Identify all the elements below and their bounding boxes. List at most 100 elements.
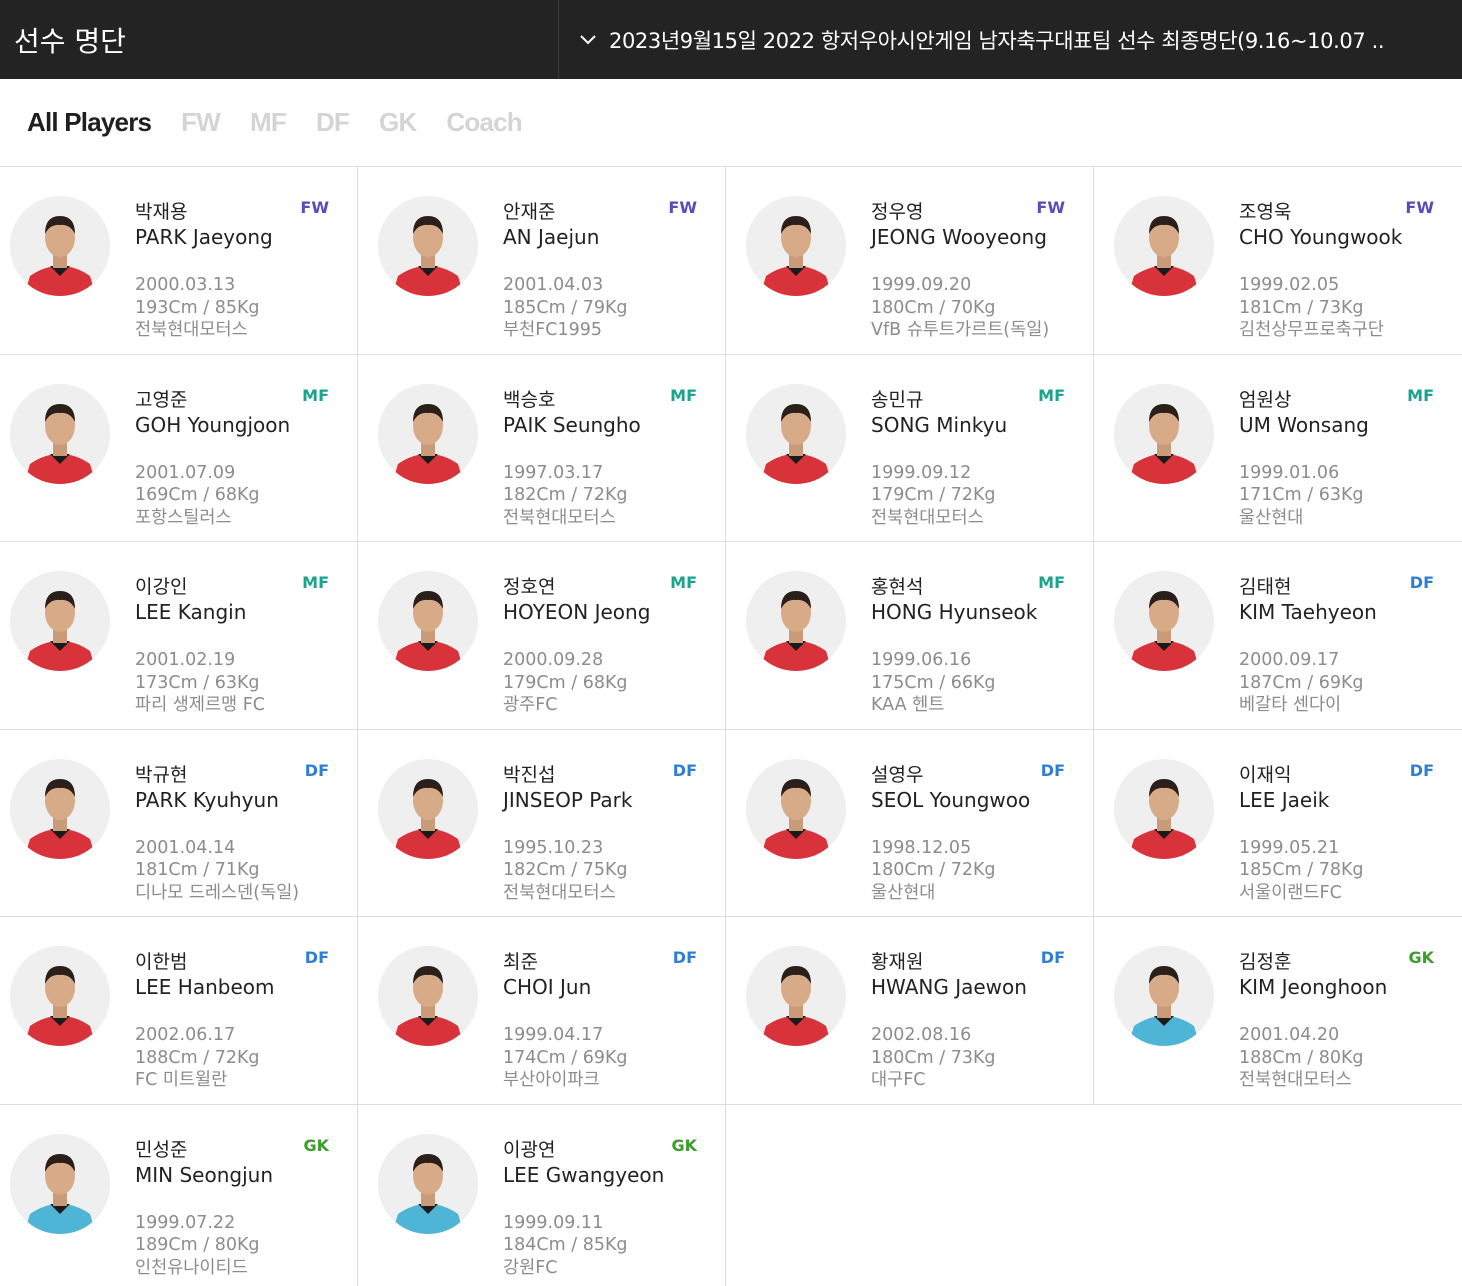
roster-selector-dropdown[interactable]: 2023년9월15일 2022 항저우아시안게임 남자축구대표팀 선수 최종명단…: [559, 0, 1462, 79]
tab-mf[interactable]: MF: [250, 107, 287, 138]
player-card[interactable]: MF 이강인 LEE Kangin 2001.02.19 173Cm / 63Kg 파리 …: [0, 542, 358, 730]
player-club: 강원FC: [503, 1257, 558, 1278]
position-badge: MF: [1038, 385, 1065, 405]
tab-fw[interactable]: FW: [181, 107, 221, 138]
player-english-name: LEE Kangin: [135, 600, 247, 624]
player-card[interactable]: DF 김태현 KIM Taehyeon 2000.09.17 187Cm / 69Kg 베…: [1094, 542, 1462, 730]
player-details: 1999.09.11 184Cm / 85Kg 강원FC: [503, 1212, 664, 1280]
player-club: 울산현대: [1239, 507, 1304, 528]
player-details: 1999.02.05 181Cm / 73Kg 김천상무프로축구단: [1239, 274, 1402, 342]
player-club: KAA 헨트: [871, 695, 945, 715]
player-info: 이한범 LEE Hanbeom 2002.06.17 188Cm / 72Kg FC 미…: [135, 950, 274, 1092]
player-card[interactable]: MF 고영준 GOH Youngjoon 2001.07.09 169Cm / 68Kg…: [0, 354, 358, 542]
player-english-name: LEE Gwangyeon: [503, 1162, 665, 1187]
player-card[interactable]: MF 엄원상 UM Wonsang 1999.01.06 171Cm / 63Kg 울산현…: [1094, 355, 1462, 542]
player-card[interactable]: DF 설영우 SEOL Youngwoo 1998.12.05 180Cm / 72Kg…: [726, 729, 1094, 917]
player-details: 2000.09.28 179Cm / 68Kg 광주FC: [503, 649, 650, 717]
player-info: 김정훈 KIM Jeonghoon 2001.04.20 188Cm / 80Kg 전북…: [1239, 950, 1387, 1092]
player-club: 김천상무프로축구단: [1239, 320, 1384, 340]
player-details: 2001.04.14 181Cm / 71Kg 디나모 드레스덴(독일): [135, 837, 299, 905]
player-korean-name: 조영욱: [1239, 201, 1292, 223]
player-info: 이광연 LEE Gwangyeon 1999.09.11 184Cm / 85Kg 강원…: [503, 1138, 664, 1280]
player-korean-name: 민성준: [135, 1138, 188, 1161]
player-korean-name: 박규현: [135, 763, 188, 786]
player-details: 2002.08.16 180Cm / 73Kg 대구FC: [871, 1024, 1027, 1092]
player-details: 1999.09.12 179Cm / 72Kg 전북현대모터스: [871, 462, 1007, 530]
player-card[interactable]: FW 안재준 AN Jaejun 2001.04.03 185Cm / 79Kg 부천FC…: [358, 167, 726, 355]
player-card[interactable]: DF 이재익 LEE Jaeik 1999.05.21 185Cm / 78Kg 서울이랜…: [1094, 730, 1462, 917]
player-korean-name: 정우영: [871, 201, 924, 223]
player-photo: [1114, 383, 1214, 484]
player-height-weight: 179Cm / 68Kg: [503, 672, 628, 693]
position-badge: MF: [302, 385, 329, 405]
player-card[interactable]: GK 이광연 LEE Gwangyeon 1999.09.11 184Cm / 85Kg…: [358, 1104, 726, 1286]
player-height-weight: 180Cm / 70Kg: [871, 297, 996, 318]
position-badge: FW: [1405, 198, 1434, 217]
player-birthdate: 1999.07.22: [135, 1212, 236, 1233]
player-english-name: CHO Youngwook: [1239, 225, 1403, 249]
player-club: VfB 슈투트가르트(독일): [871, 320, 1050, 340]
player-photo: [1114, 571, 1214, 671]
player-height-weight: 173Cm / 63Kg: [135, 672, 260, 693]
player-birthdate: 1999.06.16: [871, 650, 972, 670]
player-height-weight: 187Cm / 69Kg: [1239, 672, 1364, 693]
player-card[interactable]: DF 최준 CHOI Jun 1999.04.17 174Cm / 69Kg 부산아이파크: [358, 917, 726, 1105]
player-height-weight: 180Cm / 72Kg: [871, 860, 996, 880]
player-info: 백승호 PAIK Seungho 1997.03.17 182Cm / 72Kg 전북현…: [503, 388, 641, 530]
player-english-name: JEONG Wooyeong: [871, 225, 1047, 249]
player-card[interactable]: MF 백승호 PAIK Seungho 1997.03.17 182Cm / 72Kg 전…: [358, 354, 726, 542]
player-birthdate: 1999.01.06: [1239, 462, 1340, 483]
player-details: 1999.05.21 185Cm / 78Kg 서울이랜드FC: [1239, 837, 1364, 905]
player-info: 조영욱 CHO Youngwook 1999.02.05 181Cm / 73Kg 김천…: [1239, 200, 1402, 342]
player-info: 설영우 SEOL Youngwoo 1998.12.05 180Cm / 72Kg 울산…: [871, 763, 1030, 905]
player-korean-name: 고영준: [135, 388, 188, 411]
player-card[interactable]: GK 김정훈 KIM Jeonghoon 2001.04.20 188Cm / 80Kg…: [1094, 917, 1462, 1105]
player-english-name: AN Jaejun: [503, 225, 600, 249]
player-photo: [746, 946, 846, 1046]
tab-df[interactable]: DF: [316, 107, 350, 138]
player-card[interactable]: FW 정우영 JEONG Wooyeong 1999.09.20 180Cm / 70K…: [726, 167, 1094, 355]
player-grid: FW 박재용 PARK Jaeyong 2000.03.13 193Cm / 85Kg 전…: [0, 167, 1462, 1286]
player-info: 정우영 JEONG Wooyeong 1999.09.20 180Cm / 70Kg V…: [871, 200, 1049, 342]
player-height-weight: 174Cm / 69Kg: [503, 1047, 628, 1068]
player-info: 홍현석 HONG Hyunseok 1999.06.16 175Cm / 66Kg KA…: [871, 575, 1037, 717]
player-height-weight: 189Cm / 80Kg: [135, 1235, 260, 1255]
player-card[interactable]: FW 조영욱 CHO Youngwook 1999.02.05 181Cm / 73Kg…: [1094, 167, 1462, 355]
player-photo: [1114, 758, 1214, 859]
player-info: 이재익 LEE Jaeik 1999.05.21 185Cm / 78Kg 서울이랜드F…: [1239, 763, 1364, 905]
player-card[interactable]: DF 박규현 PARK Kyuhyun 2001.04.14 181Cm / 71Kg 디…: [0, 729, 358, 917]
player-english-name: PARK Jaeyong: [135, 225, 273, 249]
player-details: 1999.04.17 174Cm / 69Kg 부산아이파크: [503, 1024, 628, 1092]
player-card[interactable]: FW 박재용 PARK Jaeyong 2000.03.13 193Cm / 85Kg 전…: [0, 167, 358, 355]
player-card[interactable]: GK 민성준 MIN Seongjun 1999.07.22 189Cm / 80Kg 인…: [0, 1104, 358, 1286]
player-photo: [378, 196, 478, 296]
player-photo: [746, 383, 846, 484]
player-card[interactable]: DF 황재원 HWANG Jaewon 2002.08.16 180Cm / 73Kg 대…: [726, 917, 1094, 1105]
player-photo: [378, 383, 478, 484]
player-club: 인천유나이티드: [135, 1257, 248, 1278]
player-birthdate: 2000.09.28: [503, 650, 604, 670]
player-card[interactable]: MF 송민규 SONG Minkyu 1999.09.12 179Cm / 72Kg 전북…: [726, 354, 1094, 542]
tab-gk[interactable]: GK: [379, 107, 417, 138]
player-card[interactable]: DF 이한범 LEE Hanbeom 2002.06.17 188Cm / 72Kg FC…: [0, 917, 358, 1105]
position-tabs: All Players FW MF DF GK Coach: [0, 79, 1462, 167]
player-english-name: LEE Jaeik: [1239, 787, 1330, 812]
player-birthdate: 1999.02.05: [1239, 275, 1340, 295]
tab-all-players[interactable]: All Players: [27, 107, 152, 138]
player-card[interactable]: DF 박진섭 JINSEOP Park 1995.10.23 182Cm / 75Kg 전…: [358, 729, 726, 917]
tab-coach[interactable]: Coach: [446, 107, 522, 138]
player-photo: [1114, 196, 1214, 296]
player-photo: [10, 758, 110, 859]
player-details: 2001.02.19 173Cm / 63Kg 파리 생제르맹 FC: [135, 649, 265, 717]
player-card[interactable]: MF 홍현석 HONG Hyunseok 1999.06.16 175Cm / 66Kg…: [726, 542, 1094, 730]
player-club: 전북현대모터스: [1239, 1070, 1352, 1090]
player-info: 엄원상 UM Wonsang 1999.01.06 171Cm / 63Kg 울산현대: [1239, 388, 1369, 530]
player-info: 박규현 PARK Kyuhyun 2001.04.14 181Cm / 71Kg 디나모…: [135, 763, 299, 905]
player-photo: [10, 946, 110, 1046]
position-badge: MF: [302, 573, 329, 592]
player-card[interactable]: MF 정호연 HOYEON Jeong 2000.09.28 179Cm / 68Kg 광…: [358, 542, 726, 730]
player-korean-name: 엄원상: [1239, 388, 1292, 411]
player-height-weight: 184Cm / 85Kg: [503, 1235, 628, 1255]
player-photo: [746, 196, 846, 296]
player-details: 1998.12.05 180Cm / 72Kg 울산현대: [871, 837, 1030, 905]
